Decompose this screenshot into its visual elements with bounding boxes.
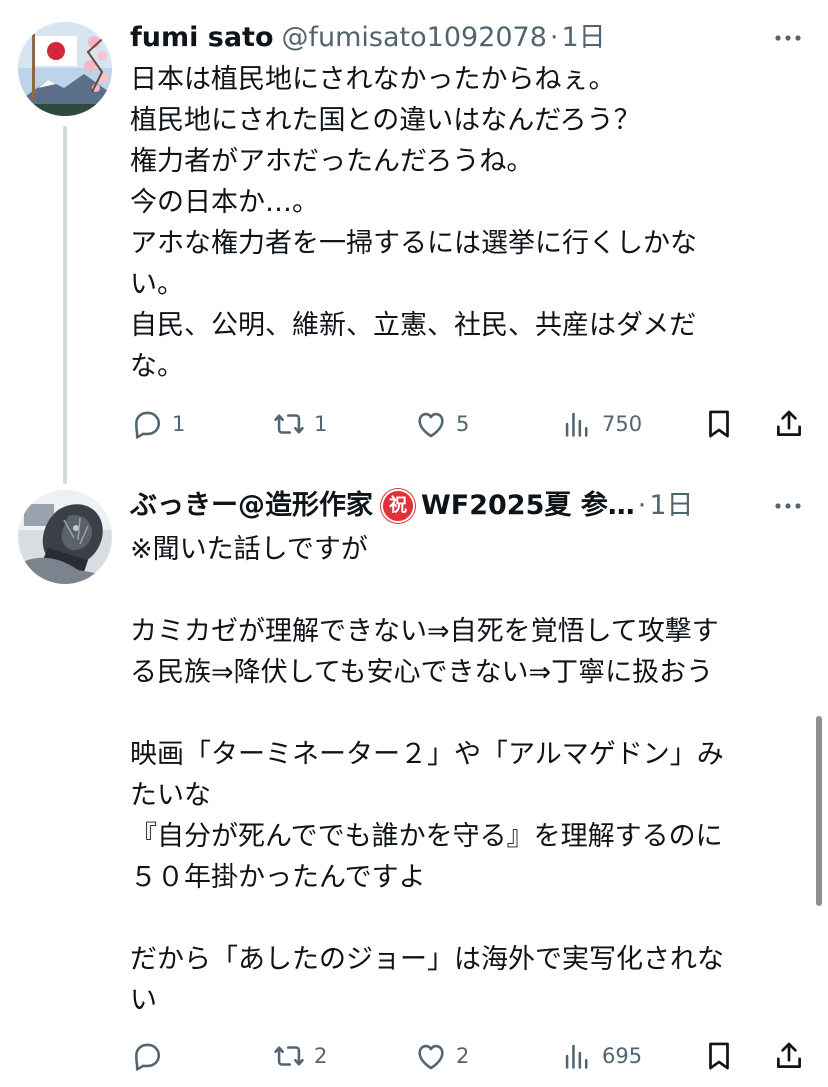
tweet-header: ぶっきー@造形作家 祝 WF2025夏 参… · 1日: [130, 486, 808, 526]
views-button[interactable]: 750: [560, 401, 642, 447]
scrollbar[interactable]: [816, 716, 822, 906]
reply-icon: [135, 1043, 161, 1071]
share-icon: [777, 410, 801, 436]
repost-button[interactable]: 1: [272, 401, 327, 447]
repost-icon: [274, 414, 304, 434]
tweet-text: 日本は植民地にされなかったからねぇ。 植民地にされた国との違いはなんだろう？ 権…: [130, 64, 697, 382]
repost-button[interactable]: 2: [272, 1033, 327, 1079]
display-name-suffix[interactable]: WF2025夏 参…: [421, 486, 635, 526]
timestamp[interactable]: 1日: [649, 486, 693, 526]
bookmark-icon: [709, 1042, 729, 1070]
repost-icon: [274, 1046, 304, 1066]
separator-dot: ·: [637, 490, 647, 521]
tweet-actions: 1 1 5 750: [130, 401, 810, 447]
bookmark-button[interactable]: [702, 1033, 736, 1079]
views-chart-icon: [565, 412, 588, 437]
bookmark-button[interactable]: [702, 401, 736, 447]
more-options-icon[interactable]: [768, 486, 808, 526]
like-button[interactable]: 2: [414, 1033, 469, 1079]
avatar[interactable]: [18, 490, 112, 584]
reply-icon: [135, 411, 161, 439]
user-handle[interactable]: @fumisato1092078: [282, 18, 547, 58]
like-count: 5: [456, 412, 470, 436]
avatar[interactable]: [18, 22, 112, 116]
reply-button[interactable]: [130, 1033, 172, 1079]
tweet-actions: 2 2 695: [130, 1033, 810, 1079]
like-button[interactable]: 5: [414, 401, 469, 447]
views-button[interactable]: 695: [560, 1033, 642, 1079]
bookmark-icon: [709, 410, 729, 438]
repost-count: 2: [314, 1044, 328, 1068]
share-button[interactable]: [772, 401, 806, 447]
flag-mountain-avatar-icon: [18, 22, 112, 116]
tweet-text: ※聞いた話しですが カミカゼが理解できない⇒自死を覚悟して攻撃す る民族⇒降伏し…: [130, 534, 724, 1016]
timestamp[interactable]: 1日: [562, 18, 606, 58]
separator-dot: ·: [549, 22, 559, 53]
thread-connector-line: [63, 126, 67, 484]
view-count: 695: [602, 1044, 643, 1068]
display-name[interactable]: ぶっきー@造形作家: [130, 486, 373, 526]
more-options-icon[interactable]: [768, 18, 808, 58]
repost-count: 1: [314, 412, 328, 436]
like-count: 2: [456, 1044, 470, 1068]
figure-sculpture-avatar-icon: [18, 490, 112, 584]
heart-icon: [418, 1044, 444, 1070]
heart-icon: [418, 412, 444, 438]
view-count: 750: [602, 412, 643, 436]
reply-button[interactable]: 1: [130, 401, 185, 447]
tweet-header: fumi sato @fumisato1092078 · 1日: [130, 18, 808, 58]
display-name[interactable]: fumi sato: [130, 18, 274, 58]
reply-count: 1: [172, 412, 186, 436]
views-chart-icon: [565, 1044, 588, 1069]
celebration-badge-icon: 祝: [381, 489, 415, 523]
share-button[interactable]: [772, 1033, 806, 1079]
share-icon: [777, 1042, 801, 1068]
